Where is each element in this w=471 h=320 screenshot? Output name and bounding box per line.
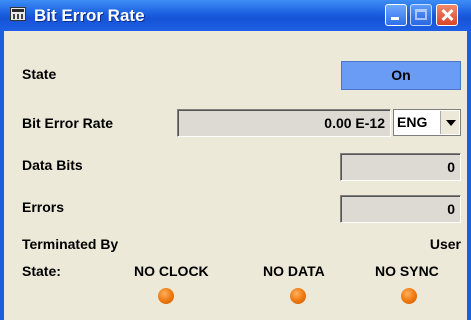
ber-unit-value: ENG bbox=[397, 114, 428, 130]
close-button[interactable] bbox=[436, 4, 458, 26]
no-data-label: NO DATA bbox=[263, 263, 325, 279]
window-title: Bit Error Rate bbox=[34, 6, 145, 25]
no-clock-label: NO CLOCK bbox=[134, 263, 209, 279]
minimize-button[interactable] bbox=[385, 4, 407, 26]
no-sync-led-icon bbox=[401, 288, 417, 304]
no-clock-led-icon bbox=[158, 288, 174, 304]
no-data-led-icon bbox=[290, 288, 306, 304]
errors-label: Errors bbox=[22, 199, 65, 215]
state-on-button[interactable]: On bbox=[341, 61, 461, 90]
window-app-icon bbox=[10, 7, 26, 21]
ber-value-field: 0.00 E-12 bbox=[177, 109, 391, 137]
no-sync-label: NO SYNC bbox=[375, 263, 439, 279]
title-bar[interactable]: Bit Error Rate bbox=[0, 0, 471, 31]
window-frame-left bbox=[0, 31, 4, 320]
window-frame-right bbox=[467, 31, 471, 320]
terminated-by-label: Terminated By bbox=[22, 236, 119, 252]
errors-field: 0 bbox=[340, 195, 461, 223]
data-bits-label: Data Bits bbox=[22, 157, 83, 173]
ber-unit-select[interactable]: ENG bbox=[393, 109, 461, 136]
maximize-button[interactable] bbox=[410, 4, 432, 26]
state-label: State bbox=[22, 66, 57, 82]
status-state-label: State: bbox=[22, 263, 61, 279]
chevron-down-icon[interactable] bbox=[440, 111, 459, 134]
data-bits-field: 0 bbox=[340, 153, 461, 181]
terminated-by-value: User bbox=[429, 236, 461, 252]
bit-error-rate-window: Bit Error Rate State On Bit Error Rate 0… bbox=[0, 0, 471, 320]
ber-label: Bit Error Rate bbox=[22, 115, 114, 131]
